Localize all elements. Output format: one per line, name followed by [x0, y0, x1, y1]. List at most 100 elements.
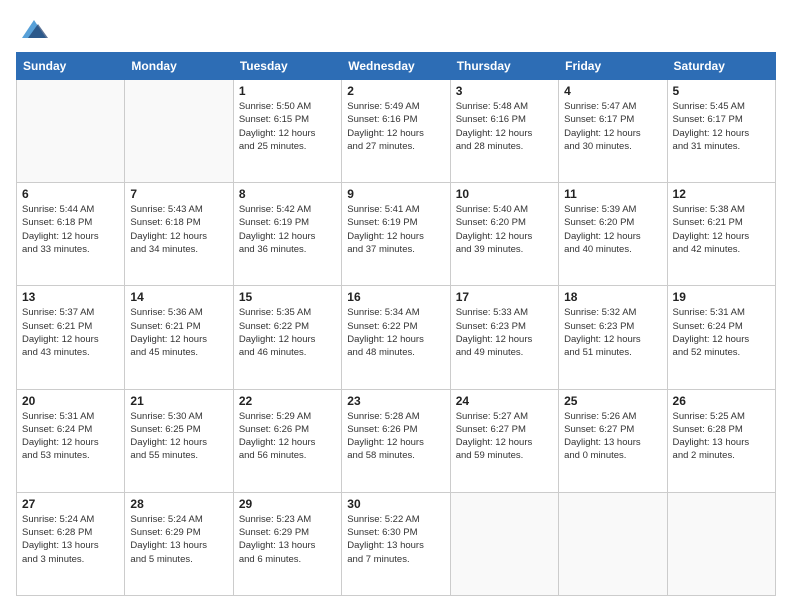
calendar-cell: 14 Sunrise: 5:36 AM Sunset: 6:21 PM Dayli…: [125, 286, 233, 389]
calendar-cell: 16 Sunrise: 5:34 AM Sunset: 6:22 PM Dayli…: [342, 286, 450, 389]
day-number: 12: [673, 187, 770, 201]
day-number: 2: [347, 84, 444, 98]
page: SundayMondayTuesdayWednesdayThursdayFrid…: [0, 0, 792, 612]
day-info: Sunrise: 5:26 AM Sunset: 6:27 PM Dayligh…: [564, 410, 661, 463]
calendar-cell: 21 Sunrise: 5:30 AM Sunset: 6:25 PM Dayli…: [125, 389, 233, 492]
calendar-cell: [17, 80, 125, 183]
calendar-cell: 11Sunrise: 5:39 AM Sunset: 6:20 PM Dayli…: [559, 183, 667, 286]
calendar-cell: 15Sunrise: 5:35 AM Sunset: 6:22 PM Dayli…: [233, 286, 341, 389]
day-number: 6: [22, 187, 119, 201]
day-info: Sunrise: 5:31 AM Sunset: 6:24 PM Dayligh…: [673, 306, 770, 359]
day-number: 15: [239, 290, 336, 304]
calendar-cell: [667, 492, 775, 595]
calendar-cell: 22 Sunrise: 5:29 AM Sunset: 6:26 PM Dayli…: [233, 389, 341, 492]
calendar-cell: 5 Sunrise: 5:45 AM Sunset: 6:17 PM Daylig…: [667, 80, 775, 183]
day-info: Sunrise: 5:24 AM Sunset: 6:29 PM Dayligh…: [130, 513, 227, 566]
calendar-table: SundayMondayTuesdayWednesdayThursdayFrid…: [16, 52, 776, 596]
day-number: 1: [239, 84, 336, 98]
day-number: 4: [564, 84, 661, 98]
day-info: Sunrise: 5:42 AM Sunset: 6:19 PM Dayligh…: [239, 203, 336, 256]
day-number: 20: [22, 394, 119, 408]
day-info: Sunrise: 5:49 AM Sunset: 6:16 PM Dayligh…: [347, 100, 444, 153]
calendar-cell: 17 Sunrise: 5:33 AM Sunset: 6:23 PM Dayli…: [450, 286, 558, 389]
header: [16, 16, 776, 42]
day-number: 29: [239, 497, 336, 511]
day-number: 11: [564, 187, 661, 201]
day-info: Sunrise: 5:37 AM Sunset: 6:21 PM Dayligh…: [22, 306, 119, 359]
calendar-cell: 24 Sunrise: 5:27 AM Sunset: 6:27 PM Dayli…: [450, 389, 558, 492]
calendar-day-header: Friday: [559, 53, 667, 80]
day-info: Sunrise: 5:47 AM Sunset: 6:17 PM Dayligh…: [564, 100, 661, 153]
calendar-cell: 4 Sunrise: 5:47 AM Sunset: 6:17 PM Daylig…: [559, 80, 667, 183]
calendar-cell: 19 Sunrise: 5:31 AM Sunset: 6:24 PM Dayli…: [667, 286, 775, 389]
day-number: 21: [130, 394, 227, 408]
calendar-cell: 10 Sunrise: 5:40 AM Sunset: 6:20 PM Dayli…: [450, 183, 558, 286]
day-number: 9: [347, 187, 444, 201]
logo-icon: [18, 12, 48, 42]
day-number: 26: [673, 394, 770, 408]
calendar-cell: 2 Sunrise: 5:49 AM Sunset: 6:16 PM Daylig…: [342, 80, 450, 183]
day-info: Sunrise: 5:36 AM Sunset: 6:21 PM Dayligh…: [130, 306, 227, 359]
calendar-cell: [125, 80, 233, 183]
calendar-day-header: Wednesday: [342, 53, 450, 80]
calendar-cell: 6 Sunrise: 5:44 AM Sunset: 6:18 PM Daylig…: [17, 183, 125, 286]
calendar-cell: 7Sunrise: 5:43 AM Sunset: 6:18 PM Daylig…: [125, 183, 233, 286]
calendar-cell: 13Sunrise: 5:37 AM Sunset: 6:21 PM Dayli…: [17, 286, 125, 389]
day-info: Sunrise: 5:32 AM Sunset: 6:23 PM Dayligh…: [564, 306, 661, 359]
calendar-cell: 8 Sunrise: 5:42 AM Sunset: 6:19 PM Daylig…: [233, 183, 341, 286]
calendar-body: 1 Sunrise: 5:50 AM Sunset: 6:15 PM Daylig…: [17, 80, 776, 596]
day-number: 22: [239, 394, 336, 408]
calendar-cell: 23Sunrise: 5:28 AM Sunset: 6:26 PM Dayli…: [342, 389, 450, 492]
day-info: Sunrise: 5:27 AM Sunset: 6:27 PM Dayligh…: [456, 410, 553, 463]
day-number: 16: [347, 290, 444, 304]
calendar-cell: 3 Sunrise: 5:48 AM Sunset: 6:16 PM Daylig…: [450, 80, 558, 183]
day-info: Sunrise: 5:25 AM Sunset: 6:28 PM Dayligh…: [673, 410, 770, 463]
calendar-cell: [559, 492, 667, 595]
day-info: Sunrise: 5:30 AM Sunset: 6:25 PM Dayligh…: [130, 410, 227, 463]
day-number: 30: [347, 497, 444, 511]
day-number: 14: [130, 290, 227, 304]
day-info: Sunrise: 5:34 AM Sunset: 6:22 PM Dayligh…: [347, 306, 444, 359]
calendar-week-row: 27 Sunrise: 5:24 AM Sunset: 6:28 PM Dayli…: [17, 492, 776, 595]
day-info: Sunrise: 5:48 AM Sunset: 6:16 PM Dayligh…: [456, 100, 553, 153]
day-number: 3: [456, 84, 553, 98]
day-number: 24: [456, 394, 553, 408]
calendar-day-header: Monday: [125, 53, 233, 80]
day-info: Sunrise: 5:24 AM Sunset: 6:28 PM Dayligh…: [22, 513, 119, 566]
calendar-cell: 18 Sunrise: 5:32 AM Sunset: 6:23 PM Dayli…: [559, 286, 667, 389]
calendar-cell: 30 Sunrise: 5:22 AM Sunset: 6:30 PM Dayli…: [342, 492, 450, 595]
calendar-cell: [450, 492, 558, 595]
day-number: 10: [456, 187, 553, 201]
day-number: 19: [673, 290, 770, 304]
day-number: 27: [22, 497, 119, 511]
day-info: Sunrise: 5:23 AM Sunset: 6:29 PM Dayligh…: [239, 513, 336, 566]
calendar-day-header: Thursday: [450, 53, 558, 80]
day-info: Sunrise: 5:50 AM Sunset: 6:15 PM Dayligh…: [239, 100, 336, 153]
day-info: Sunrise: 5:22 AM Sunset: 6:30 PM Dayligh…: [347, 513, 444, 566]
calendar-day-header: Tuesday: [233, 53, 341, 80]
logo: [16, 16, 48, 42]
day-number: 7: [130, 187, 227, 201]
day-number: 25: [564, 394, 661, 408]
calendar-day-header: Sunday: [17, 53, 125, 80]
calendar-cell: 25 Sunrise: 5:26 AM Sunset: 6:27 PM Dayli…: [559, 389, 667, 492]
day-number: 5: [673, 84, 770, 98]
calendar-cell: 28 Sunrise: 5:24 AM Sunset: 6:29 PM Dayli…: [125, 492, 233, 595]
day-number: 23: [347, 394, 444, 408]
calendar-week-row: 13Sunrise: 5:37 AM Sunset: 6:21 PM Dayli…: [17, 286, 776, 389]
day-info: Sunrise: 5:45 AM Sunset: 6:17 PM Dayligh…: [673, 100, 770, 153]
calendar-cell: 20Sunrise: 5:31 AM Sunset: 6:24 PM Dayli…: [17, 389, 125, 492]
calendar-week-row: 1 Sunrise: 5:50 AM Sunset: 6:15 PM Daylig…: [17, 80, 776, 183]
day-number: 17: [456, 290, 553, 304]
calendar-header-row: SundayMondayTuesdayWednesdayThursdayFrid…: [17, 53, 776, 80]
day-info: Sunrise: 5:40 AM Sunset: 6:20 PM Dayligh…: [456, 203, 553, 256]
day-info: Sunrise: 5:29 AM Sunset: 6:26 PM Dayligh…: [239, 410, 336, 463]
calendar-cell: 26 Sunrise: 5:25 AM Sunset: 6:28 PM Dayli…: [667, 389, 775, 492]
day-number: 18: [564, 290, 661, 304]
day-info: Sunrise: 5:33 AM Sunset: 6:23 PM Dayligh…: [456, 306, 553, 359]
day-info: Sunrise: 5:41 AM Sunset: 6:19 PM Dayligh…: [347, 203, 444, 256]
calendar-cell: 29 Sunrise: 5:23 AM Sunset: 6:29 PM Dayli…: [233, 492, 341, 595]
day-info: Sunrise: 5:44 AM Sunset: 6:18 PM Dayligh…: [22, 203, 119, 256]
day-number: 8: [239, 187, 336, 201]
day-number: 28: [130, 497, 227, 511]
